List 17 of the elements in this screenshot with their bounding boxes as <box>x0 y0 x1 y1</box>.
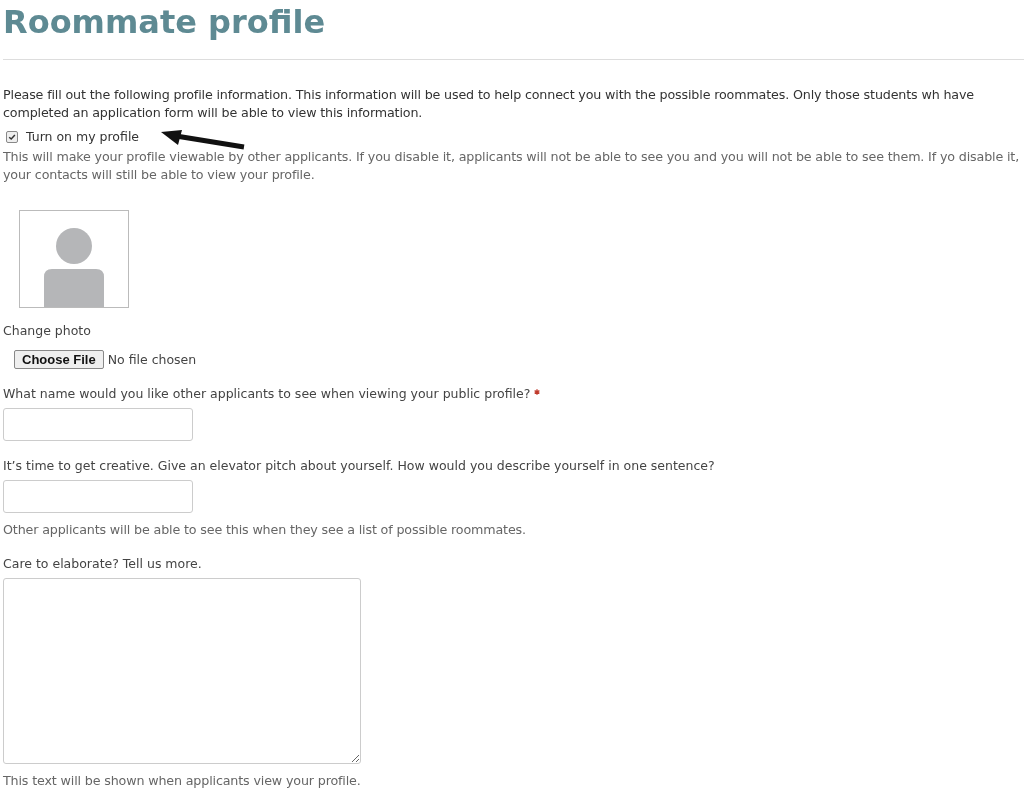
field-label: It’s time to get creative. Give an elevator pitch about yourself. How would you describe yourself in one sentence? <box>3 457 715 475</box>
text-input-field[interactable] <box>3 408 193 441</box>
avatar-placeholder-icon <box>19 210 129 308</box>
photo-label: Change photo <box>3 322 91 340</box>
text-area-field[interactable] <box>3 578 361 764</box>
profile-checkbox[interactable] <box>6 130 18 143</box>
page-title: Roommate profile <box>3 2 326 41</box>
checkbox-label: Turn on my profile <box>26 129 140 144</box>
help-text: Other applicants will be able to see this when they see a list of possible roommates. <box>3 521 526 539</box>
choose-file-button[interactable]: Choose File <box>14 350 104 369</box>
field-label: What name would you like other applicants to see when viewing your public profile? <box>3 385 531 403</box>
text-input-field[interactable] <box>3 480 193 513</box>
intro-text: Please fill out the following profile information. This information will be used to help connect you with the possible roommates. Only those students wh have completed an application form will be able to view this information. <box>3 86 975 122</box>
file-status-text: No file chosen <box>107 352 197 367</box>
help-text: This text will be shown when applicants view your profile. <box>3 772 361 790</box>
field-label: Care to elaborate? Tell us more. <box>3 555 202 573</box>
help-text: This will make your profile viewable by other applicants. If you disable it, applicants will not be able to see you and you will not be able to see them. If yo disable it, your contacts will still be able to view your profile. <box>3 148 1021 184</box>
